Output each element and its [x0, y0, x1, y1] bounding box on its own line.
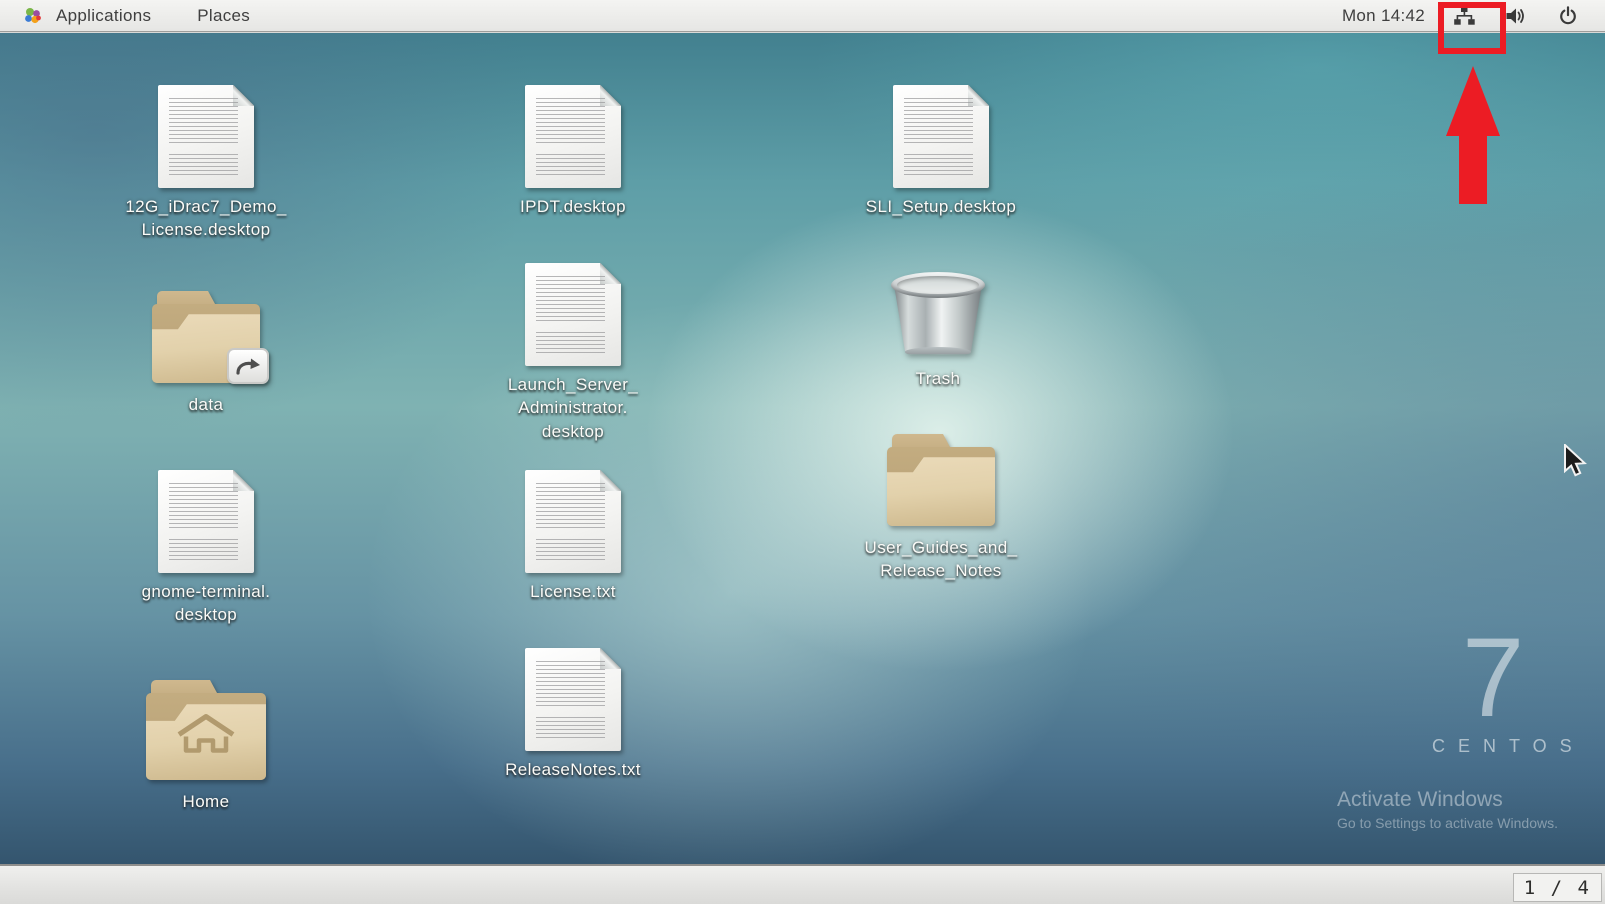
icon-label: Home — [183, 790, 230, 813]
annotation-arrow-icon — [1446, 66, 1500, 136]
activate-windows-subtext: Go to Settings to activate Windows. — [1337, 815, 1558, 831]
home-glyph-icon — [173, 713, 239, 760]
icon-label: ReleaseNotes.txt — [505, 758, 641, 781]
desktop-icon-data[interactable]: data — [96, 288, 316, 416]
desktop-icon-license-txt[interactable]: License.txt — [463, 470, 683, 603]
places-menu[interactable]: Places — [191, 0, 256, 32]
folder-icon — [884, 431, 998, 529]
desktop-icon-user-guides[interactable]: User_Guides_and_ Release_Notes — [831, 431, 1051, 583]
desktop-icon-launch-server-administrator[interactable]: Launch_Server_ Administrator. desktop — [463, 263, 683, 443]
centos-version-watermark: 7 — [1462, 622, 1524, 734]
icon-label: gnome-terminal. desktop — [142, 580, 271, 627]
applications-menu[interactable]: Applications — [14, 0, 157, 32]
icon-label: Launch_Server_ Administrator. desktop — [508, 373, 638, 443]
desktop-wallpaper[interactable]: 12G_iDrac7_Demo_ License.desktop IPDT.de… — [0, 33, 1605, 864]
mouse-cursor-icon — [1563, 444, 1595, 483]
annotation-arrow-shaft — [1459, 134, 1487, 204]
centos-name-watermark: CENTOS — [1432, 736, 1585, 757]
home-folder-icon — [143, 677, 269, 783]
icon-label: IPDT.desktop — [520, 195, 626, 218]
viewer-bottom-bar: 1 / 4 — [0, 864, 1605, 904]
document-icon — [158, 85, 254, 188]
document-icon — [525, 470, 621, 573]
document-icon — [158, 470, 254, 573]
desktop-icon-trash[interactable]: Trash — [828, 272, 1048, 390]
icon-label: SLI_Setup.desktop — [866, 195, 1016, 218]
trash-icon — [891, 272, 985, 360]
desktop-icon-home[interactable]: Home — [96, 677, 316, 813]
activate-windows-text: Activate Windows — [1337, 788, 1503, 812]
folder-symlink-icon — [149, 288, 263, 386]
clock[interactable]: Mon 14:42 — [1342, 6, 1425, 26]
desktop-icon-sli-setup[interactable]: SLI_Setup.desktop — [831, 85, 1051, 218]
annotation-highlight-box — [1438, 2, 1506, 54]
screenshot-root: Applications Places Mon 14:42 — [0, 0, 1605, 904]
icon-label: data — [189, 393, 224, 416]
top-panel: Applications Places Mon 14:42 — [0, 0, 1605, 32]
desktop-icon-ipdt[interactable]: IPDT.desktop — [463, 85, 683, 218]
icon-label: 12G_iDrac7_Demo_ License.desktop — [125, 195, 286, 242]
page-indicator: 1 / 4 — [1513, 873, 1602, 902]
desktop-icon-releasenotes-txt[interactable]: ReleaseNotes.txt — [463, 648, 683, 781]
symlink-emblem-icon — [227, 348, 269, 384]
document-icon — [893, 85, 989, 188]
applications-logo-icon — [20, 3, 46, 29]
icon-label: Trash — [916, 367, 961, 390]
desktop-icon-idrac-license[interactable]: 12G_iDrac7_Demo_ License.desktop — [96, 85, 316, 242]
places-menu-label: Places — [197, 6, 250, 26]
desktop-icon-gnome-terminal[interactable]: gnome-terminal. desktop — [96, 470, 316, 627]
volume-icon[interactable] — [1503, 3, 1529, 29]
power-icon[interactable] — [1555, 3, 1581, 29]
icon-label: License.txt — [530, 580, 616, 603]
icon-label: User_Guides_and_ Release_Notes — [865, 536, 1018, 583]
document-icon — [525, 85, 621, 188]
panel-left-group: Applications Places — [0, 0, 256, 32]
document-icon — [525, 648, 621, 751]
document-icon — [525, 263, 621, 366]
applications-menu-label: Applications — [56, 6, 151, 26]
